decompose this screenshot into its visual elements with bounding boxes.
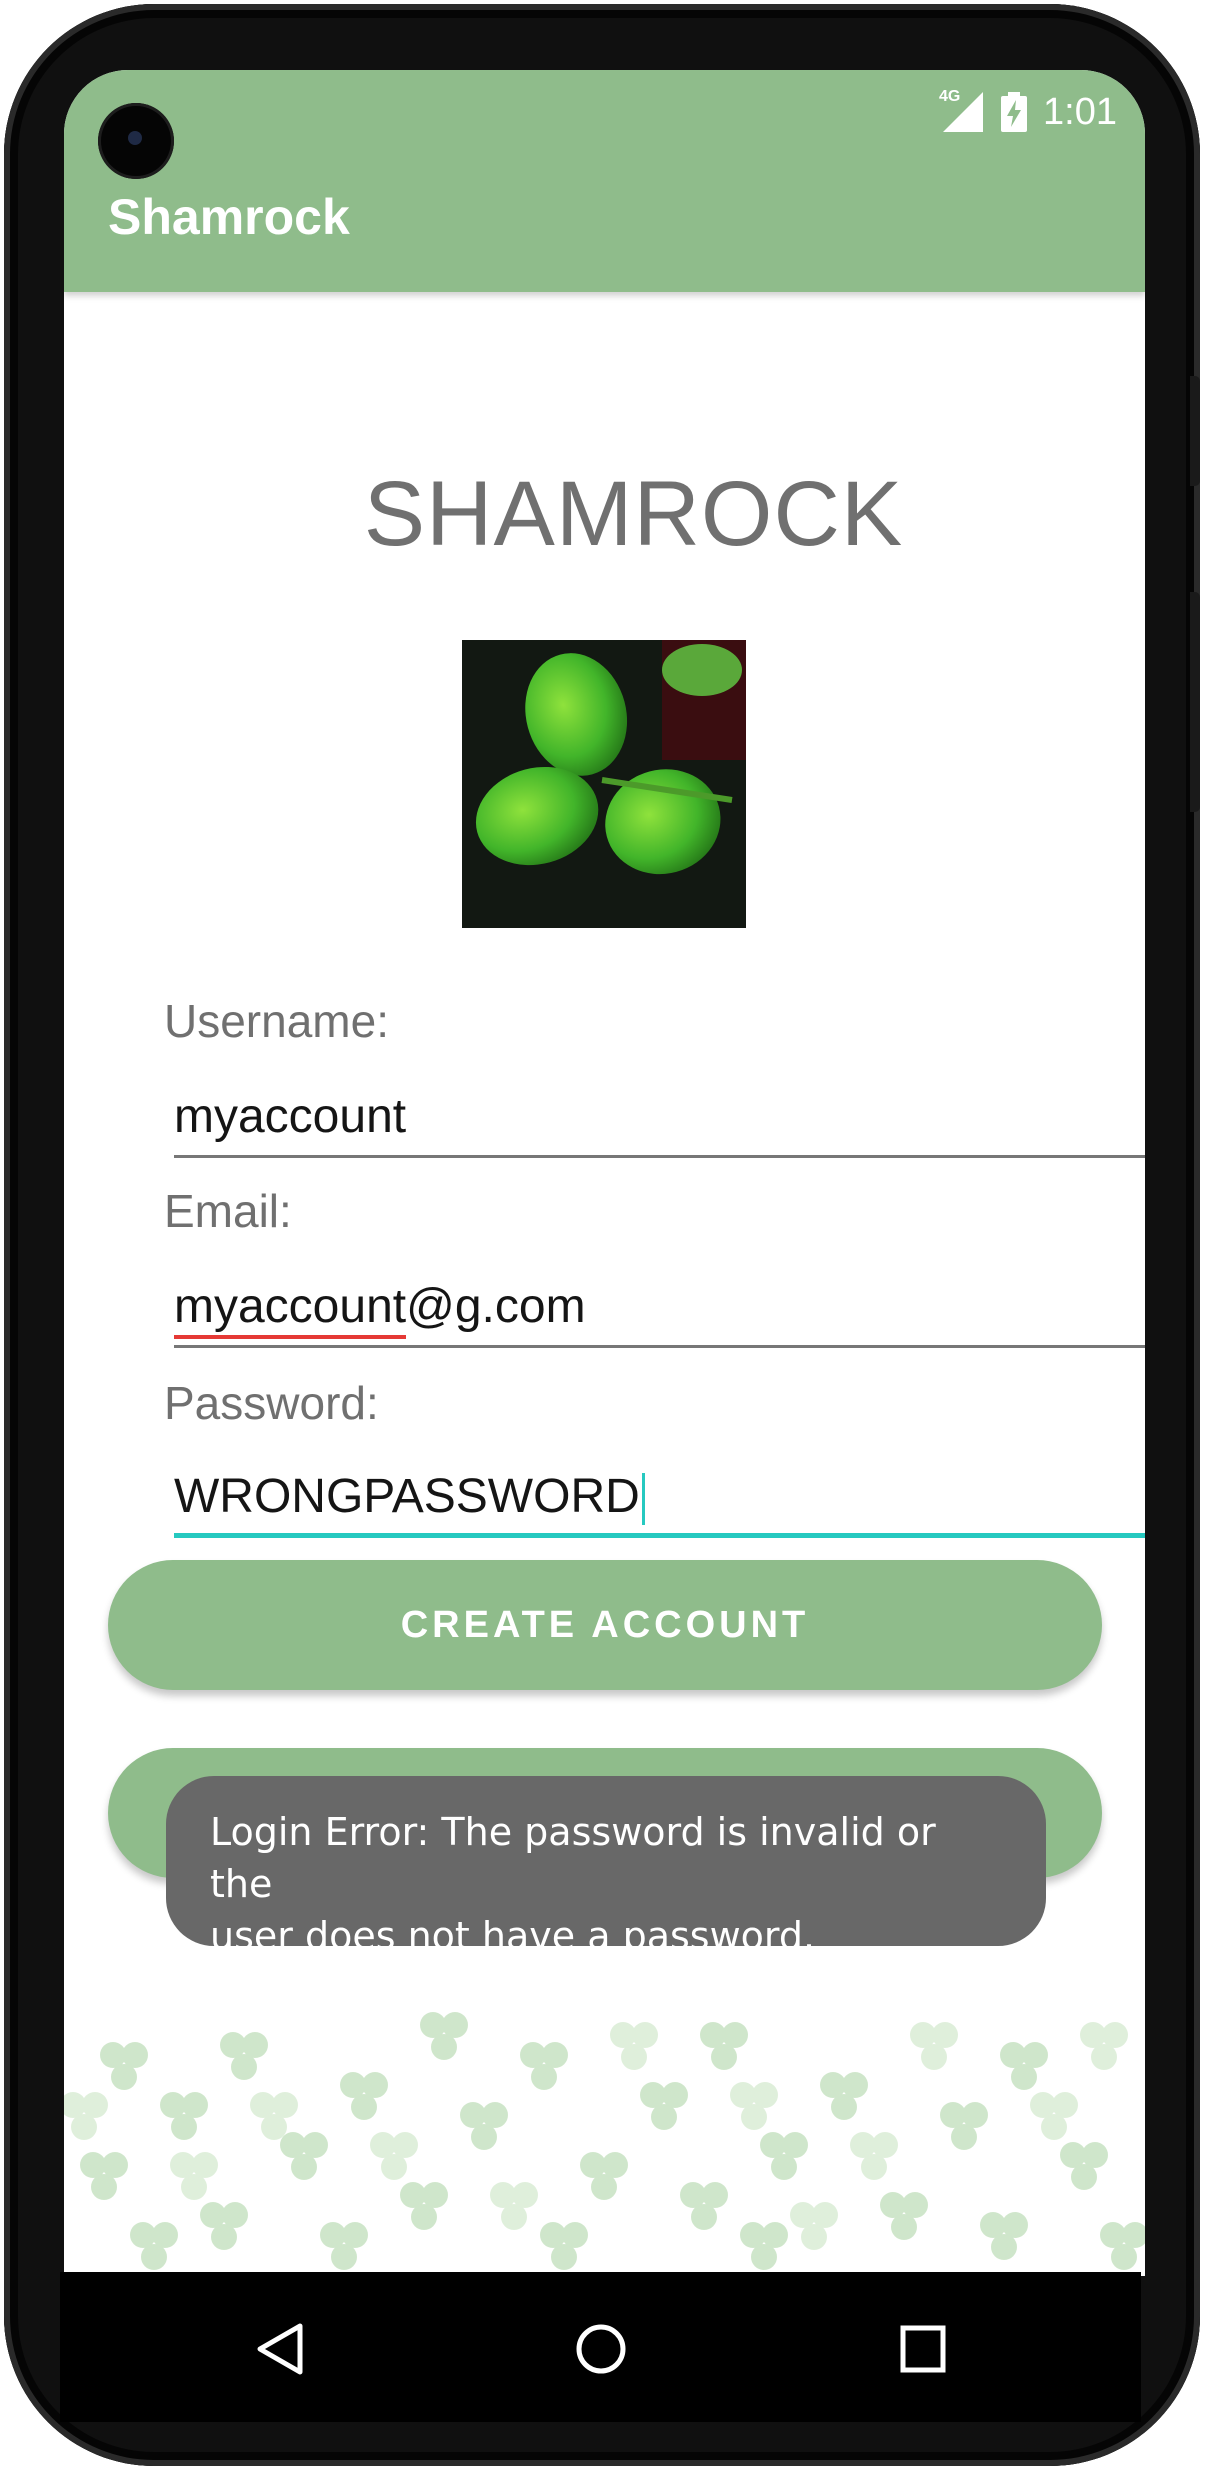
password-label: Password: — [164, 1377, 379, 1429]
camera-icon — [98, 103, 174, 179]
email-value-part1: myaccount — [174, 1280, 407, 1333]
text-cursor — [641, 1473, 645, 1526]
shamrock-logo — [462, 640, 746, 928]
username-label: Username: — [164, 995, 389, 1047]
status-bar: 4G 1:01 — [939, 82, 1117, 142]
recents-icon[interactable] — [898, 2322, 948, 2376]
screen: 4G 1:01 Shamrock SHAMROCK Username: myac… — [64, 70, 1145, 2276]
username-field[interactable]: myaccount — [174, 1086, 1145, 1158]
toast-line-1: Login Error: The password is invalid or … — [210, 1810, 936, 1906]
email-value-part2: @g.com — [406, 1280, 586, 1333]
navigation-bar — [60, 2272, 1141, 2422]
app-title: Shamrock — [108, 189, 350, 245]
email-field[interactable]: myaccount @g.com — [174, 1276, 1145, 1348]
home-icon[interactable] — [574, 2322, 628, 2376]
signal-icon: 4G — [939, 88, 985, 132]
volume-button — [1190, 592, 1200, 812]
page-heading: SHAMROCK — [363, 463, 904, 565]
clock: 1:01 — [1043, 90, 1117, 133]
password-value: WRONGPASSWORD — [174, 1470, 640, 1523]
create-account-button[interactable]: CREATE ACCOUNT — [108, 1560, 1102, 1690]
spellcheck-underline — [174, 1335, 407, 1339]
power-button — [1190, 376, 1200, 486]
login-form: SHAMROCK Username: myaccount Email: myac… — [64, 292, 1145, 2276]
email-label: Email: — [164, 1185, 292, 1237]
error-toast: Login Error: The password is invalid or … — [166, 1776, 1046, 1958]
password-field[interactable]: WRONGPASSWORD — [174, 1466, 1145, 1538]
username-value: myaccount — [174, 1090, 407, 1143]
email-misspelled-part: myaccount — [174, 1276, 407, 1339]
phone-frame: 4G 1:01 Shamrock SHAMROCK Username: myac… — [4, 4, 1200, 2466]
toast-line-2: user does not have a password. — [210, 1914, 816, 1958]
clover-background — [64, 2012, 1145, 2270]
back-icon[interactable] — [254, 2322, 306, 2376]
battery-icon — [1001, 92, 1028, 132]
app-bar: 4G 1:01 Shamrock — [64, 70, 1145, 292]
